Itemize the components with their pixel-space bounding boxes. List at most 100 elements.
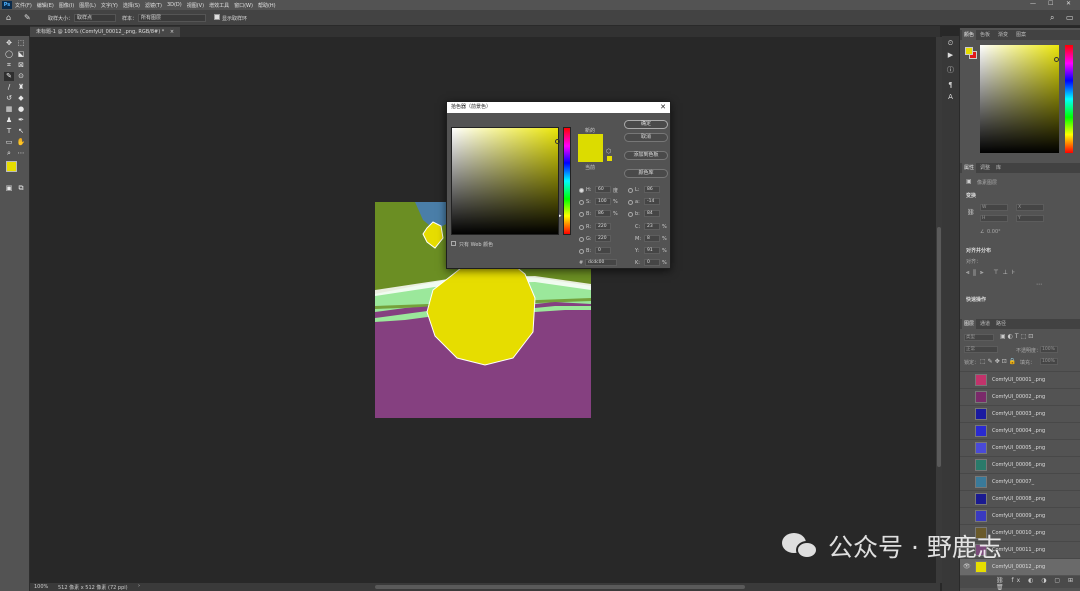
menu-3d[interactable]: 3D(D)	[167, 2, 182, 8]
b-radio[interactable]	[579, 212, 584, 217]
sample-select[interactable]: 所有图层	[138, 14, 206, 22]
c-input[interactable]: 23	[644, 223, 660, 230]
canvas-horizontal-scrollbar[interactable]	[375, 585, 745, 589]
layer-row[interactable]: ComfyUI_00004_.png	[960, 422, 1080, 439]
cancel-button[interactable]: 取消	[624, 133, 668, 142]
g-input[interactable]: 220	[595, 235, 611, 242]
tab-gradients[interactable]: 渐变	[996, 30, 1010, 40]
l-radio[interactable]	[628, 188, 633, 193]
fill-input[interactable]: 100%	[1040, 358, 1058, 365]
layer-row[interactable]: ComfyUI_00006_.png	[960, 456, 1080, 473]
y-input[interactable]: 91	[644, 247, 660, 254]
r-radio[interactable]	[579, 225, 584, 230]
layer-footer-icons[interactable]: ⛓ fx ◐ ◑ ▢ ⊞ 🗑	[996, 577, 1080, 591]
more-options-icon[interactable]: ⋯	[1036, 281, 1042, 288]
actions-icon[interactable]: ▶	[945, 51, 956, 60]
tab-swatches[interactable]: 色板	[978, 30, 992, 40]
shape-tool-icon[interactable]: ▭	[4, 138, 14, 147]
eraser-tool-icon[interactable]: ◆	[16, 94, 26, 103]
close-window-button[interactable]: ✕	[1066, 0, 1071, 7]
tab-channels[interactable]: 通道	[978, 319, 992, 329]
scrollbar-thumb[interactable]	[937, 227, 941, 467]
artboard-tool-icon[interactable]: ⬚	[16, 39, 26, 48]
object-select-tool-icon[interactable]: ⬕	[16, 50, 26, 59]
zoom-tool-icon[interactable]: ⌕	[4, 149, 14, 158]
align-buttons-icon[interactable]: ⫷⫼⫸ ⊤⊥⊦	[966, 269, 1019, 277]
history-icon[interactable]: ⏲	[945, 39, 956, 48]
quick-mask-icon[interactable]: ▣	[4, 184, 14, 193]
maximize-button[interactable]: ☐	[1048, 0, 1053, 7]
hue-slider[interactable]	[563, 127, 571, 235]
s-radio[interactable]	[579, 200, 584, 205]
add-to-swatches-button[interactable]: 添加到色板	[624, 151, 668, 160]
blur-tool-icon[interactable]: ●	[16, 105, 26, 114]
layer-row[interactable]: ComfyUI_00002_.png	[960, 388, 1080, 405]
menu-view[interactable]: 视图(V)	[187, 2, 204, 9]
home-icon[interactable]: ⌂	[6, 13, 11, 22]
menu-filter[interactable]: 滤镜(T)	[145, 2, 162, 9]
saturation-brightness-field[interactable]	[451, 127, 560, 235]
clone-stamp-icon[interactable]: ♜	[16, 83, 26, 92]
type-tool-icon[interactable]: T	[4, 127, 14, 136]
web-safe-color-icon[interactable]	[607, 156, 612, 161]
web-only-checkbox[interactable]	[451, 241, 456, 246]
layer-row[interactable]: ComfyUI_00005_.png	[960, 439, 1080, 456]
ok-button[interactable]: 确定	[624, 120, 668, 129]
move-tool-icon[interactable]: ✥	[4, 39, 14, 48]
more-tools-icon[interactable]: ⋯	[16, 149, 26, 158]
s-input[interactable]: 100	[595, 198, 611, 205]
menu-image[interactable]: 图像(I)	[59, 2, 74, 9]
tab-color[interactable]: 颜色	[962, 30, 977, 40]
cube-icon[interactable]: ⬡	[606, 148, 611, 155]
a-radio[interactable]	[628, 200, 633, 205]
tab-adjustments[interactable]: 调整	[978, 163, 992, 173]
search-icon[interactable]: ⌕	[1050, 13, 1054, 23]
info-icon[interactable]: ⓘ	[945, 66, 956, 75]
hex-input[interactable]: dcdc00	[585, 259, 617, 266]
menu-layer[interactable]: 图层(L)	[79, 2, 96, 9]
dodge-tool-icon[interactable]: ♟	[4, 116, 14, 125]
crop-tool-icon[interactable]: ⌗	[4, 61, 14, 70]
lock-icons[interactable]: ⬚✎✥⊡🔒	[980, 358, 1018, 365]
sample-size-select[interactable]: 取样点	[74, 14, 116, 22]
height-field[interactable]: H	[980, 215, 1008, 222]
menu-plugins[interactable]: 增效工具	[209, 2, 229, 9]
gradient-tool-icon[interactable]: ▦	[4, 105, 14, 114]
show-ring-checkbox[interactable]	[214, 14, 220, 20]
menu-window[interactable]: 窗口(W)	[234, 2, 253, 9]
color-picker-titlebar[interactable]: 拾色器（前景色） ✕	[447, 102, 670, 113]
path-select-icon[interactable]: ↖	[16, 127, 26, 136]
lab-b-input[interactable]: 84	[644, 210, 660, 217]
color-field-marker[interactable]	[555, 139, 560, 144]
width-field[interactable]: W	[980, 204, 1008, 211]
layer-row[interactable]: ComfyUI_00008_.png	[960, 490, 1080, 507]
brush-tool-icon[interactable]: /	[4, 83, 14, 92]
angle-value[interactable]: 0.00°	[987, 229, 1001, 235]
opacity-input[interactable]: 100%	[1040, 346, 1058, 353]
lasso-tool-icon[interactable]: ◯	[4, 50, 14, 59]
panel-foreground-swatch[interactable]	[965, 47, 973, 55]
a-input[interactable]: -14	[644, 198, 660, 205]
r-input[interactable]: 220	[595, 223, 611, 230]
k-input[interactable]: 0	[644, 259, 660, 266]
color-panel-marker[interactable]	[1054, 57, 1059, 62]
blue-radio[interactable]	[579, 249, 584, 254]
g-radio[interactable]	[579, 237, 584, 242]
h-radio[interactable]	[579, 188, 584, 193]
blue-input[interactable]: 0	[595, 247, 611, 254]
tab-properties[interactable]: 属性	[962, 163, 977, 173]
visibility-eye-icon[interactable]: 👁	[963, 563, 971, 570]
close-icon[interactable]: ✕	[660, 102, 666, 113]
zoom-level[interactable]: 100%	[34, 584, 48, 590]
menu-select[interactable]: 选择(S)	[123, 2, 140, 9]
menu-file[interactable]: 文件(F)	[15, 2, 32, 9]
menu-type[interactable]: 文字(Y)	[101, 2, 118, 9]
color-libraries-button[interactable]: 颜色库	[624, 169, 668, 178]
menu-edit[interactable]: 编辑(E)	[37, 2, 54, 9]
healing-brush-icon[interactable]: ⊙	[16, 72, 26, 81]
minimize-button[interactable]: —	[1030, 0, 1036, 7]
layer-filter-icons[interactable]: ▣◐T⬚⊡	[1000, 333, 1035, 340]
lab-b-radio[interactable]	[628, 212, 633, 217]
frame-tool-icon[interactable]: ⊠	[16, 61, 26, 70]
status-arrow-icon[interactable]: ›	[138, 583, 140, 589]
